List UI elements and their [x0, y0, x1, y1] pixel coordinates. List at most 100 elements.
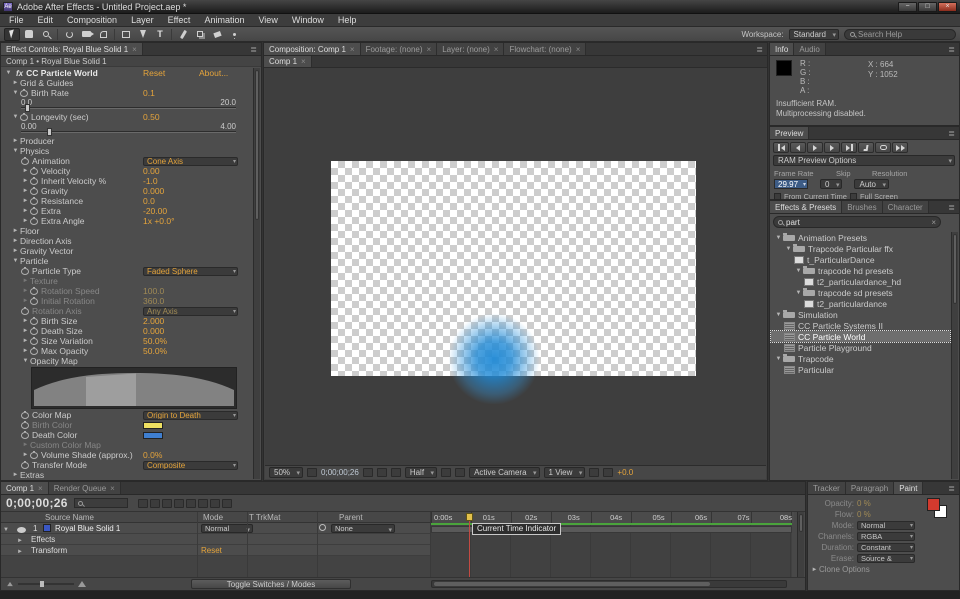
property-value[interactable]: 0.0% [143, 450, 162, 460]
stopwatch-icon[interactable] [21, 412, 29, 419]
stopwatch-icon[interactable] [20, 90, 28, 97]
comp-mini-flowchart-icon[interactable] [138, 499, 148, 508]
current-time-indicator-handle[interactable] [466, 513, 473, 521]
prop-inherit-velocity[interactable]: Inherit Velocity %-1.0 [1, 176, 252, 186]
brainstorm-icon[interactable] [198, 499, 208, 508]
tab-layer[interactable]: Layer: (none) [437, 43, 504, 55]
first-frame-button[interactable] [773, 142, 789, 153]
paint-mode-dropdown[interactable]: Normal [857, 521, 915, 530]
prop-gravity[interactable]: Gravity0.000 [1, 186, 252, 196]
timeline-search-input[interactable] [74, 498, 128, 508]
stopwatch-icon[interactable] [30, 288, 38, 295]
scrollbar-thumb[interactable] [953, 234, 957, 304]
zoom-slider-thumb[interactable] [40, 581, 44, 587]
tab-footage[interactable]: Footage: (none) [361, 43, 438, 55]
group-particle[interactable]: Particle [1, 256, 252, 266]
pen-tool[interactable] [135, 28, 151, 41]
prop-particle-type[interactable]: Particle TypeFaded Sphere [1, 266, 252, 276]
prop-animation[interactable]: AnimationCone Axis [1, 156, 252, 166]
property-value[interactable]: 1x +0.0° [143, 216, 175, 226]
tree-item-cc-particle-world[interactable]: CC Particle World [771, 331, 950, 342]
twirl-icon[interactable] [794, 290, 803, 296]
auto-keyframe-icon[interactable] [210, 499, 220, 508]
tree-item-t2-particulardance-hd[interactable]: t2_particulardance_hd [771, 276, 950, 287]
prop-extra-angle[interactable]: Extra Angle1x +0.0° [1, 216, 252, 226]
tab-effects-presets[interactable]: Effects & Presets [770, 201, 842, 213]
stopwatch-icon[interactable] [30, 188, 38, 195]
property-value[interactable]: 0.00 [143, 166, 160, 176]
previous-frame-button[interactable] [790, 142, 806, 153]
maximize-button[interactable] [918, 2, 937, 12]
transform-reset-link[interactable]: Reset [201, 546, 222, 555]
eraser-tool[interactable] [209, 28, 225, 41]
effect-header-row[interactable]: fx CC Particle World Reset About... [1, 68, 252, 78]
tree-item-animation-presets[interactable]: Animation Presets [771, 232, 950, 243]
current-time-indicator-line[interactable] [469, 521, 470, 577]
effects-group-row[interactable]: Effects [1, 534, 431, 545]
stopwatch-icon[interactable] [30, 198, 38, 205]
panel-menu-icon[interactable] [246, 45, 261, 54]
group-direction-axis[interactable]: Direction Axis [1, 236, 252, 246]
prop-size-variation[interactable]: Size Variation50.0% [1, 336, 252, 346]
twirl-icon[interactable] [810, 567, 819, 573]
property-value[interactable]: 0.50 [143, 112, 160, 122]
stopwatch-icon[interactable] [30, 218, 38, 225]
scrollbar[interactable] [951, 232, 958, 479]
magnification-dropdown[interactable]: 50% [269, 467, 303, 478]
tree-item-t-particulardance[interactable]: t_ParticularDance [771, 254, 950, 265]
stopwatch-icon[interactable] [21, 422, 29, 429]
tab-brushes[interactable]: Brushes [842, 201, 882, 213]
prop-volume-shade[interactable]: Volume Shade (approx.)0.0% [1, 450, 252, 460]
layer-row[interactable]: 1 Royal Blue Solid 1 Normal None [1, 523, 431, 534]
stopwatch-icon[interactable] [21, 432, 29, 439]
ram-preview-button[interactable] [892, 142, 908, 153]
menu-edit[interactable]: Edit [31, 15, 61, 25]
column-mode[interactable]: Mode [203, 513, 223, 522]
panel-menu-icon[interactable] [944, 129, 959, 138]
parent-dropdown[interactable]: None [331, 524, 395, 533]
paint-channels-dropdown[interactable]: RGBA [857, 532, 915, 541]
property-value[interactable]: 0.0 [143, 196, 155, 206]
stopwatch-icon[interactable] [21, 308, 29, 315]
group-extras[interactable]: Extras [1, 470, 252, 479]
pan-behind-tool[interactable] [95, 28, 111, 41]
tab-audio[interactable]: Audio [794, 43, 825, 55]
frame-rate-dropdown[interactable]: 29.97 [774, 179, 808, 189]
tab-flowchart[interactable]: Flowchart: (none) [504, 43, 586, 55]
stopwatch-icon[interactable] [30, 178, 38, 185]
twirl-icon[interactable] [21, 452, 30, 458]
slider-thumb[interactable] [47, 128, 52, 136]
pixel-aspect-icon[interactable] [589, 468, 599, 477]
tab-composition[interactable]: Composition: Comp 1 [264, 43, 361, 55]
stopwatch-icon[interactable] [30, 298, 38, 305]
prop-extra[interactable]: Extra-20.00 [1, 206, 252, 216]
close-icon[interactable] [350, 45, 355, 54]
close-icon[interactable] [494, 45, 499, 54]
tab-character[interactable]: Character [883, 201, 929, 213]
twirl-icon[interactable] [11, 138, 20, 144]
shape-tool[interactable] [118, 28, 134, 41]
slider-track[interactable] [21, 107, 236, 109]
birth-color-swatch[interactable] [143, 422, 163, 429]
zoom-in-mountain-icon[interactable] [78, 581, 86, 587]
stopwatch-icon[interactable] [21, 268, 29, 275]
property-value[interactable]: 0.000 [143, 186, 164, 196]
transform-group-row[interactable]: Transform Reset [1, 545, 431, 556]
tree-item-trapcode-sd-presets[interactable]: trapcode sd presets [771, 287, 950, 298]
current-timecode[interactable]: 0;00;00;26 [6, 496, 68, 510]
frame-blending-icon[interactable] [174, 499, 184, 508]
group-physics[interactable]: Physics [1, 146, 252, 156]
region-of-interest-icon[interactable] [441, 468, 451, 477]
group-producer[interactable]: Producer [1, 136, 252, 146]
brush-tool[interactable] [175, 28, 191, 41]
twirl-icon[interactable] [3, 524, 9, 533]
opacity-map-graph[interactable] [31, 367, 237, 409]
menu-view[interactable]: View [251, 15, 284, 25]
property-value[interactable]: 100.0 [143, 286, 164, 296]
scrollbar-thumb[interactable] [799, 514, 803, 532]
twirl-icon[interactable] [21, 188, 30, 194]
prop-max-opacity[interactable]: Max Opacity50.0% [1, 346, 252, 356]
prop-birth-rate[interactable]: Birth Rate0.1 [1, 88, 252, 98]
death-color-swatch[interactable] [143, 432, 163, 439]
twirl-icon[interactable] [11, 90, 20, 96]
